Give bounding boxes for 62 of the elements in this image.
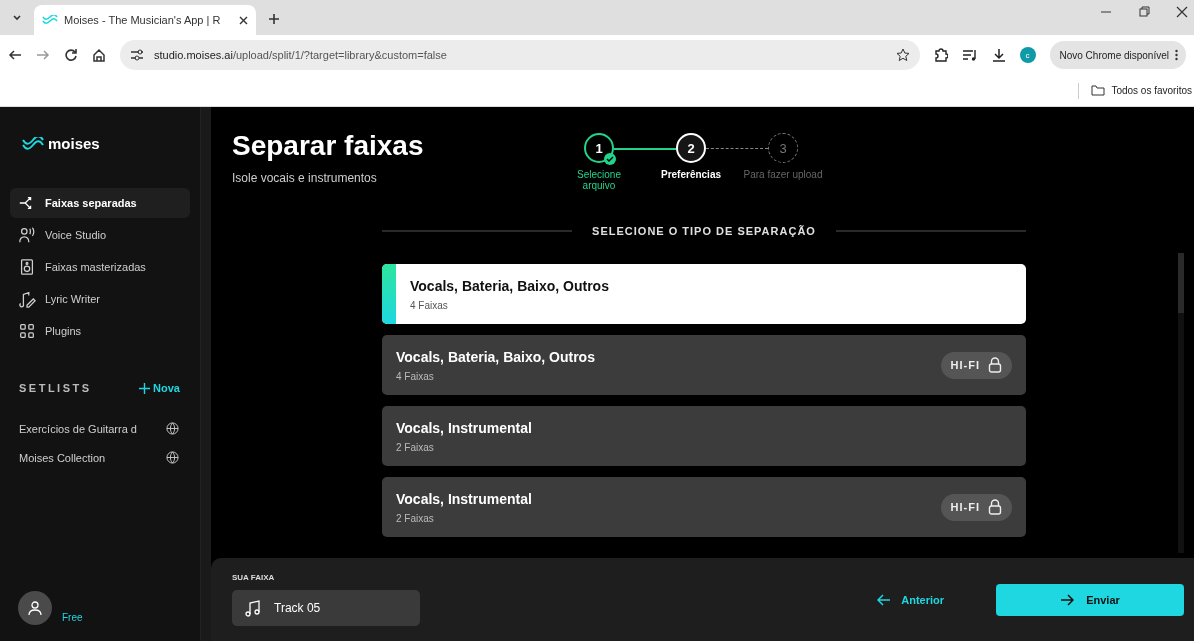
new-tab-icon[interactable] [268, 13, 280, 25]
more-icon[interactable] [1175, 49, 1178, 61]
sidebar-item[interactable]: Lyric Writer [10, 284, 190, 314]
arrow-left-icon [877, 593, 892, 606]
scrollbar[interactable] [1178, 253, 1184, 553]
music-pen-icon [18, 290, 36, 308]
setlist-item[interactable]: Moises Collection [19, 451, 179, 464]
speaker-icon [18, 258, 36, 276]
restore-icon[interactable] [1138, 6, 1150, 18]
section-heading: SETLISTS [19, 382, 92, 394]
close-icon[interactable] [1176, 6, 1188, 18]
previous-button[interactable]: Anterior [877, 593, 944, 606]
step-label: Preferências [660, 169, 721, 180]
arrow-right-icon [1060, 593, 1075, 606]
address-bar[interactable]: studio.moises.ai/upload/split/1/?target=library&custom=false [120, 40, 920, 70]
page-title: Separar faixas [232, 129, 425, 163]
home-icon[interactable] [92, 48, 106, 62]
send-button[interactable]: Enviar [996, 583, 1184, 616]
back-arrow-icon[interactable] [8, 48, 22, 62]
music-note-icon [244, 599, 262, 617]
bookmark-folder[interactable]: Todos os favoritos [1091, 85, 1192, 96]
track-heading: SUA FAIXA [232, 573, 276, 582]
globe-icon [166, 422, 179, 435]
step-indicator: 1 [584, 133, 614, 163]
star-icon[interactable] [895, 48, 910, 62]
sidebar-scrollbar[interactable] [200, 107, 211, 641]
browser-tab[interactable]: Moises - The Musician's App | R [34, 5, 256, 35]
download-icon[interactable] [991, 48, 1006, 62]
site-settings-icon[interactable] [130, 49, 144, 61]
step-label: Selecione arquivo [576, 169, 622, 191]
globe-icon [166, 451, 179, 464]
separation-option[interactable]: Vocals, Instrumental 2 Faixas HI-FI [382, 477, 1026, 537]
page-subtitle: Isole vocais e instrumentos [232, 171, 378, 185]
grid-icon [18, 322, 36, 340]
track-field: Track 05 [232, 590, 420, 626]
hifi-badge: HI-FI [940, 493, 1012, 521]
sidebar-item[interactable]: Faixas masterizadas [10, 252, 190, 282]
hifi-badge: HI-FI [940, 351, 1012, 379]
person-sound-icon [18, 226, 36, 244]
plus-icon [139, 382, 151, 394]
reload-icon[interactable] [64, 48, 78, 62]
wave-logo-icon [42, 15, 58, 25]
user-avatar[interactable] [18, 591, 52, 625]
puzzle-icon[interactable] [933, 48, 948, 62]
folder-icon [1091, 85, 1106, 96]
forward-arrow-icon[interactable] [36, 48, 50, 62]
update-button[interactable]: Novo Chrome disponível [1049, 41, 1186, 69]
setlist-item[interactable]: Exercícios de Guitarra d [19, 422, 179, 435]
moises-logo: moises [10, 135, 190, 152]
separation-option[interactable]: Vocals, Instrumental 2 Faixas [382, 406, 1026, 466]
sidebar-item[interactable]: Faixas separadas [10, 188, 190, 218]
sidebar-item[interactable]: Plugins [10, 316, 190, 346]
sidebar-item[interactable]: Voice Studio [10, 220, 190, 250]
plan-label: Free [62, 612, 83, 623]
separation-option[interactable]: Vocals, Bateria, Baixo, Outros 4 Faixas [382, 264, 1026, 324]
step-label: Para fazer upload [743, 169, 823, 180]
section-heading: SELECIONE O TIPO DE SEPARAÇÃO [592, 225, 816, 237]
separation-option[interactable]: Vocals, Bateria, Baixo, Outros 4 Faixas HI-FI [382, 335, 1026, 395]
close-icon[interactable] [239, 15, 248, 25]
step-indicator: 2 [676, 133, 706, 163]
playlist-icon[interactable] [961, 48, 978, 62]
new-setlist-link[interactable]: Nova [139, 382, 180, 394]
